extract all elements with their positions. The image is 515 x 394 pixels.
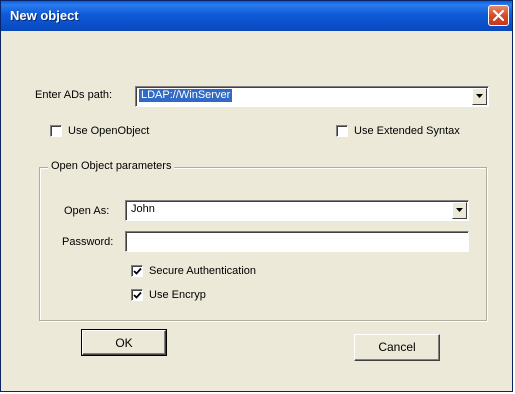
close-icon [492,9,505,22]
window-title: New object [10,8,79,23]
adspath-value: LDAP://WinServer [139,89,233,102]
adspath-combobox[interactable]: LDAP://WinServer [135,86,489,107]
open-as-dropdown-button[interactable] [452,202,467,219]
adspath-label: Enter ADs path: [35,89,113,101]
open-as-label: Open As: [64,205,110,217]
secure-authentication-checkbox[interactable] [131,265,143,277]
ok-button[interactable]: OK [81,329,167,356]
use-openobject-label: Use OpenObject [68,125,150,137]
open-as-combobox[interactable]: John [125,200,469,221]
use-encrypt-label: Use Encryp [149,289,206,301]
use-extended-syntax-label: Use Extended Syntax [354,125,460,137]
use-extended-syntax-checkbox[interactable] [336,125,348,137]
password-field[interactable] [125,231,469,252]
use-encrypt-checkbox[interactable] [131,289,143,301]
close-button[interactable] [488,5,509,26]
title-bar[interactable]: New object [1,1,512,31]
chevron-down-icon [476,94,483,98]
cancel-button-label: Cancel [378,340,416,354]
adspath-dropdown-button[interactable] [472,88,487,105]
checkmark-icon [133,267,142,275]
open-as-value: John [131,203,155,215]
checkmark-icon [133,291,142,299]
chevron-down-icon [456,208,463,212]
secure-authentication-label: Secure Authentication [149,265,257,277]
use-openobject-checkbox[interactable] [50,125,62,137]
ok-button-label: OK [115,336,133,350]
new-object-dialog: New object Enter ADs path: LDAP://WinSer… [0,0,513,392]
password-label: Password: [62,236,114,248]
group-title: Open Object parameters [48,160,175,172]
cancel-button[interactable]: Cancel [354,334,440,361]
